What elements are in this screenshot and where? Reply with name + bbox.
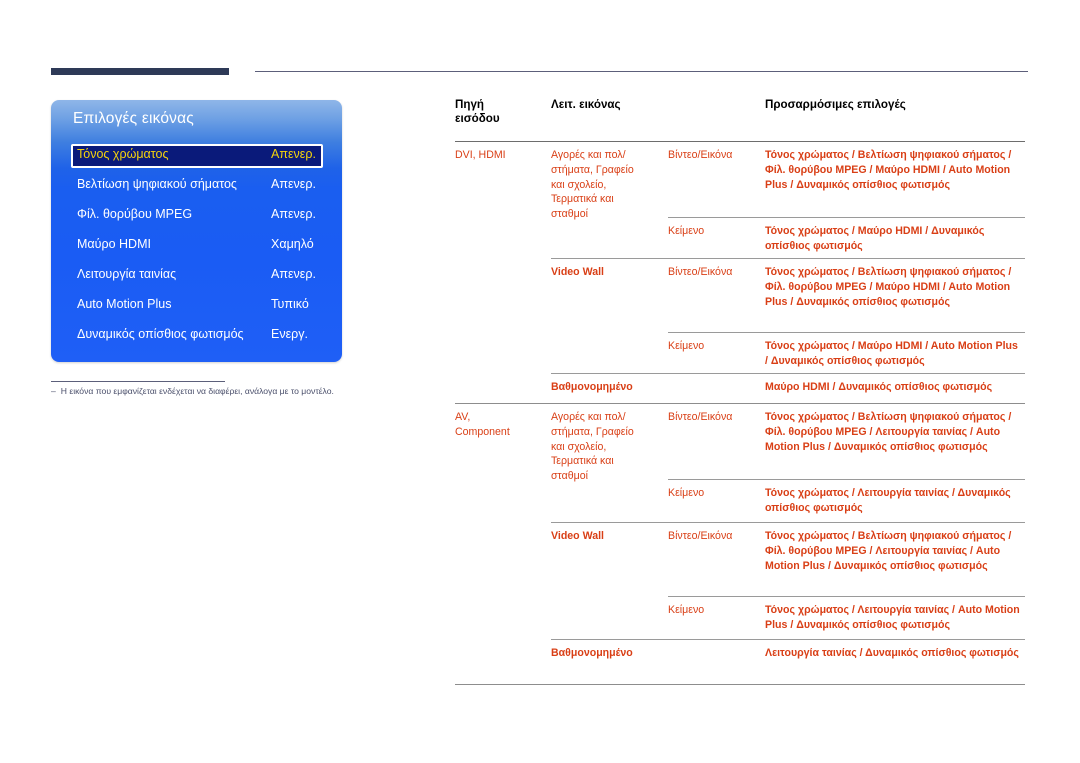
cell-adjustable-options: Τόνος χρώματος / Βελτίωση ψηφιακού σήματ… (765, 411, 1012, 453)
picture-options-spec-table: Πηγή εισόδου Λειτ. εικόνας Προσαρμόσιμες … (455, 98, 1025, 686)
table-bottom-divider (455, 684, 1025, 686)
cell-picture-mode: Βαθμονομημένο (551, 381, 633, 394)
osd-row-value: Απενερ. (271, 147, 316, 161)
table-row: Βαθμονομημένο Μαύρο HDMI / Δυναμικός οπί… (455, 374, 1025, 403)
cell-content-type: Κείμενο (668, 604, 705, 617)
footnote-rule (51, 381, 225, 382)
cell-adjustable-options: Λειτουργία ταινίας / Δυναμικός οπίσθιος … (765, 647, 1019, 660)
osd-row-value: Απενερ. (271, 207, 316, 221)
osd-row-digital-clean-view[interactable]: Βελτίωση ψηφιακού σήματος Απενερ. (71, 174, 323, 198)
cell-content-type: Βίντεο/Εικόνα (668, 149, 733, 162)
cell-picture-mode: Αγορές και πολ/ στήματα, Γραφείο και σχο… (551, 411, 634, 482)
column-header-picture-mode: Λειτ. εικόνας (551, 98, 621, 111)
table-row: Video Wall Βίντεο/Εικόνα Τόνος χρώματος … (455, 523, 1025, 596)
osd-row-label: Δυναμικός οπίσθιος φωτισμός (77, 327, 244, 341)
footnote-dash: – (51, 386, 56, 396)
table-row: Κείμενο Τόνος χρώματος / Λειτουργία ταιν… (455, 597, 1025, 639)
osd-row-label: Τόνος χρώματος (77, 147, 169, 161)
osd-picture-options-panel: Επιλογές εικόνας Τόνος χρώματος Απενερ. … (51, 100, 342, 362)
cell-content-type: Βίντεο/Εικόνα (668, 266, 733, 279)
cell-picture-mode: Βαθμονομημένο (551, 647, 633, 660)
cell-content-type: Κείμενο (668, 225, 705, 238)
cell-adjustable-options: Τόνος χρώματος / Βελτίωση ψηφιακού σήματ… (765, 266, 1012, 308)
cell-content-type: Βίντεο/Εικόνα (668, 411, 733, 424)
table-row: Κείμενο Τόνος χρώματος / Λειτουργία ταιν… (455, 480, 1025, 522)
column-header-adjustable-options: Προσαρμόσιμες επιλογές (765, 98, 906, 111)
footnote-note: – Η εικόνα που εμφανίζεται ενδέχεται να δ… (51, 386, 431, 396)
osd-row-color-tone[interactable]: Τόνος χρώματος Απενερ. (71, 144, 323, 168)
osd-row-value: Χαμηλό (271, 237, 314, 251)
osd-row-mpeg-noise-filter[interactable]: Φίλ. θορύβου MPEG Απενερ. (71, 204, 323, 228)
table-row: DVI, HDMI Αγορές και πολ/ στήματα, Γραφε… (455, 142, 1025, 219)
header-thin-rule (255, 71, 1028, 72)
cell-input-source: AV, Component (455, 411, 510, 438)
osd-row-label: Φίλ. θορύβου MPEG (77, 207, 193, 221)
osd-panel-title: Επιλογές εικόνας (73, 110, 194, 127)
osd-row-value: Απενερ. (271, 177, 316, 191)
cell-adjustable-options: Τόνος χρώματος / Λειτουργία ταινίας / Δυ… (765, 487, 1011, 514)
cell-adjustable-options: Τόνος χρώματος / Βελτίωση ψηφιακού σήματ… (765, 149, 1012, 191)
table-row: Κείμενο Τόνος χρώματος / Μαύρο HDMI / Δυ… (455, 218, 1025, 258)
header-thick-rule (51, 68, 229, 75)
cell-input-source: DVI, HDMI (455, 149, 506, 162)
table-row: Κείμενο Τόνος χρώματος / Μαύρο HDMI / Au… (455, 333, 1025, 373)
cell-adjustable-options: Τόνος χρώματος / Λειτουργία ταινίας / Au… (765, 604, 1020, 631)
osd-row-label: Μαύρο HDMI (77, 237, 151, 251)
cell-content-type: Κείμενο (668, 487, 705, 500)
cell-content-type: Κείμενο (668, 340, 705, 353)
cell-adjustable-options: Τόνος χρώματος / Βελτίωση ψηφιακού σήματ… (765, 530, 1012, 572)
footnote-text: Η εικόνα που εμφανίζεται ενδέχεται να δι… (60, 386, 334, 396)
osd-row-auto-motion-plus[interactable]: Auto Motion Plus Τυπικό (71, 294, 323, 318)
osd-row-hdmi-black-level[interactable]: Μαύρο HDMI Χαμηλό (71, 234, 323, 258)
cell-adjustable-options: Τόνος χρώματος / Μαύρο HDMI / Auto Motio… (765, 340, 1018, 367)
cell-adjustable-options: Τόνος χρώματος / Μαύρο HDMI / Δυναμικός … (765, 225, 985, 252)
table-row: Video Wall Βίντεο/Εικόνα Τόνος χρώματος … (455, 259, 1025, 332)
osd-row-dynamic-backlight[interactable]: Δυναμικός οπίσθιος φωτισμός Ενεργ. (71, 324, 323, 348)
table-header-row: Πηγή εισόδου Λειτ. εικόνας Προσαρμόσιμες … (455, 98, 1025, 141)
cell-picture-mode: Video Wall (551, 530, 604, 543)
osd-row-value: Απενερ. (271, 267, 316, 281)
osd-row-value: Τυπικό (271, 297, 309, 311)
osd-row-label: Βελτίωση ψηφιακού σήματος (77, 177, 237, 191)
table-row: AV, Component Αγορές και πολ/ στήματα, Γ… (455, 404, 1025, 481)
cell-picture-mode: Video Wall (551, 266, 604, 279)
osd-row-film-mode[interactable]: Λειτουργία ταινίας Απενερ. (71, 264, 323, 288)
osd-row-value: Ενεργ. (271, 327, 308, 341)
cell-adjustable-options: Μαύρο HDMI / Δυναμικός οπίσθιος φωτισμός (765, 381, 993, 394)
osd-row-label: Auto Motion Plus (77, 297, 172, 311)
osd-row-label: Λειτουργία ταινίας (77, 267, 177, 281)
cell-content-type: Βίντεο/Εικόνα (668, 530, 733, 543)
column-header-input-source: Πηγή εισόδου (455, 98, 500, 125)
table-row: Βαθμονομημένο Λειτουργία ταινίας / Δυναμ… (455, 640, 1025, 684)
cell-picture-mode: Αγορές και πολ/ στήματα, Γραφείο και σχο… (551, 149, 634, 220)
